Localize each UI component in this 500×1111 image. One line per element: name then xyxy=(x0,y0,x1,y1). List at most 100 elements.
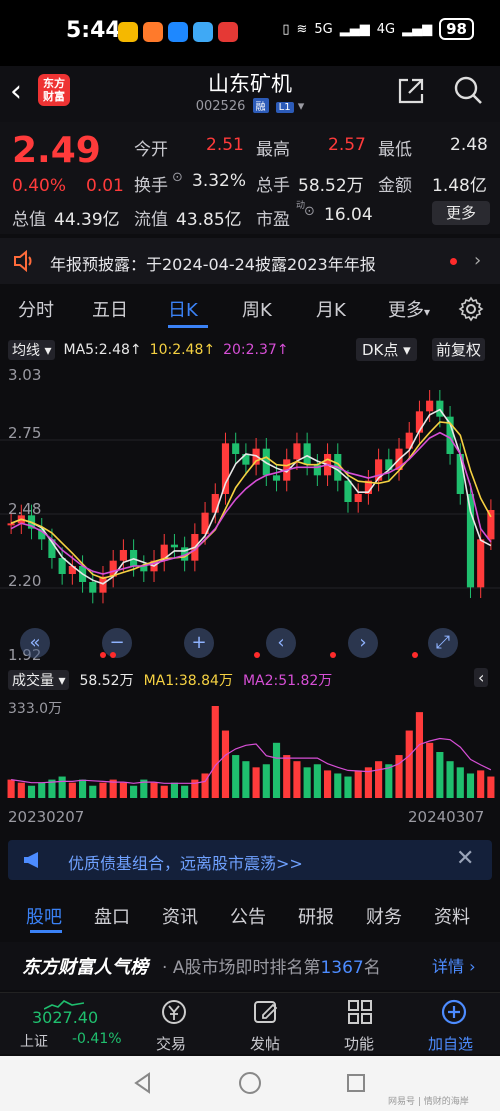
zoom-in-icon[interactable]: + xyxy=(184,628,214,658)
nav-home-icon[interactable] xyxy=(238,1071,262,1099)
nav-recents-icon[interactable] xyxy=(346,1073,366,1097)
volume-chart[interactable] xyxy=(0,700,500,800)
candle-body xyxy=(58,558,66,574)
float-value: 43.85亿 xyxy=(176,210,242,230)
volume-bar xyxy=(119,782,127,798)
trade-label[interactable]: 交易 xyxy=(156,1033,186,1054)
candle-body xyxy=(89,582,97,593)
x-label-end: 20240307 xyxy=(408,808,485,826)
network-4g: 4G xyxy=(376,21,396,37)
app-notification-icon xyxy=(168,22,188,42)
event-marker[interactable] xyxy=(330,652,336,658)
post-label[interactable]: 发帖 xyxy=(250,1033,280,1054)
tab-weekly-k[interactable]: 周K xyxy=(242,296,272,322)
volume-bar xyxy=(375,761,383,798)
volume-bar xyxy=(262,764,270,798)
tab-pankou[interactable]: 盘口 xyxy=(94,903,130,929)
volume-bar xyxy=(487,776,495,798)
tab-5day[interactable]: 五日 xyxy=(92,296,128,322)
volume-bar xyxy=(38,782,46,798)
ma-selector[interactable]: 均线 ▾ xyxy=(8,340,56,360)
high-label: 最高 xyxy=(256,140,290,160)
chevron-down-icon[interactable]: ▾ xyxy=(298,99,305,114)
dk-point-button[interactable]: DK点 ▾ xyxy=(356,338,417,361)
volume-bar xyxy=(436,752,444,798)
rank-suffix: 名 xyxy=(363,958,381,978)
battery-level: 98 xyxy=(439,18,474,40)
tab-more[interactable]: 更多▾ xyxy=(388,296,430,322)
function-grid-icon[interactable] xyxy=(346,998,374,1030)
stock-code: 002526 xyxy=(195,99,246,114)
bottom-tab-underline xyxy=(30,930,62,933)
candle-body xyxy=(426,400,434,412)
nav-back-icon[interactable] xyxy=(132,1072,154,1098)
volume-bar xyxy=(58,776,66,798)
event-marker[interactable] xyxy=(110,652,116,658)
rank-detail-label: 详情 xyxy=(432,957,465,976)
trade-icon[interactable] xyxy=(160,998,188,1030)
volume-header: 成交量 ▾ 58.52万 MA1:38.84万 MA2:51.82万 xyxy=(8,670,332,690)
zoom-out-icon[interactable]: − xyxy=(102,628,132,658)
scroll-right-icon[interactable]: › xyxy=(348,628,378,658)
tab-research[interactable]: 研报 xyxy=(298,903,334,929)
megaphone-icon xyxy=(22,850,46,874)
chevron-right-icon[interactable]: › xyxy=(474,250,481,271)
edit-post-icon[interactable] xyxy=(252,998,280,1030)
index-value[interactable]: 3027.40 xyxy=(32,1008,98,1027)
dk-label: DK点 xyxy=(362,341,399,359)
tab-daily-k[interactable]: 日K xyxy=(168,296,198,322)
candle-body xyxy=(130,550,138,566)
candle-body xyxy=(221,443,230,494)
volume-bar xyxy=(89,785,97,798)
info-circle-icon[interactable]: ⊙ xyxy=(172,170,183,185)
tab-monthly-k[interactable]: 月K xyxy=(316,296,346,322)
rank-detail-link[interactable]: 详情 › xyxy=(432,953,476,977)
tab-guba[interactable]: 股吧 xyxy=(26,903,62,929)
event-marker[interactable] xyxy=(412,652,418,658)
open-value: 2.51 xyxy=(206,135,244,155)
vol-ma1: MA1:38.84万 xyxy=(143,673,233,689)
candle-body xyxy=(293,443,301,460)
candle-body xyxy=(303,443,311,465)
change-abs: 0.01 xyxy=(86,176,124,196)
volume-bar xyxy=(354,770,362,798)
ma-selector-label: 均线 xyxy=(12,343,40,359)
info-circle-icon[interactable]: ⊙ xyxy=(304,204,315,219)
low-label: 最低 xyxy=(378,140,412,160)
adjust-button[interactable]: 前复权 xyxy=(432,338,486,361)
close-icon[interactable]: ✕ xyxy=(456,846,474,871)
ma10-line xyxy=(10,421,492,580)
add-watchlist-icon[interactable] xyxy=(440,998,468,1030)
indicator-selector[interactable]: 成交量 ▾ xyxy=(8,670,70,690)
more-quote-button[interactable]: 更多 xyxy=(432,201,490,225)
tab-profile[interactable]: 资料 xyxy=(434,903,470,929)
tab-intraday[interactable]: 分时 xyxy=(18,296,54,322)
volume-bar xyxy=(27,785,36,798)
tab-announcements[interactable]: 公告 xyxy=(230,903,266,929)
candle-body xyxy=(7,523,15,526)
share-icon[interactable] xyxy=(396,76,426,110)
rank-number: 1367 xyxy=(320,958,364,978)
event-marker[interactable] xyxy=(254,652,260,658)
y-tick-3: 2.48 xyxy=(8,500,42,518)
settings-gear-icon[interactable] xyxy=(458,296,484,326)
add-watchlist-label[interactable]: 加自选 xyxy=(428,1033,473,1054)
volume-bar xyxy=(78,779,87,798)
event-marker[interactable] xyxy=(100,652,106,658)
volume-bar xyxy=(150,782,158,798)
fullscreen-icon[interactable]: ⤢ xyxy=(428,628,458,658)
float-label: 流值 xyxy=(134,210,168,230)
signal-icon: ▂▄▆ xyxy=(402,21,433,37)
rank-text: A股市场即时排名第 xyxy=(172,958,321,978)
tab-finance[interactable]: 财务 xyxy=(366,903,402,929)
scroll-left-fast-icon[interactable]: « xyxy=(20,628,50,658)
tab-news[interactable]: 资讯 xyxy=(162,903,198,929)
kline-chart[interactable] xyxy=(0,362,500,664)
function-label[interactable]: 功能 xyxy=(344,1033,374,1054)
scroll-left-icon[interactable]: ‹ xyxy=(266,628,296,658)
search-icon[interactable] xyxy=(452,74,484,110)
collapse-chevron-icon[interactable]: ‹ xyxy=(474,668,489,687)
vol-ma2: MA2:51.82万 xyxy=(242,673,333,689)
candle-body xyxy=(170,544,179,548)
tab-underline xyxy=(168,325,208,328)
